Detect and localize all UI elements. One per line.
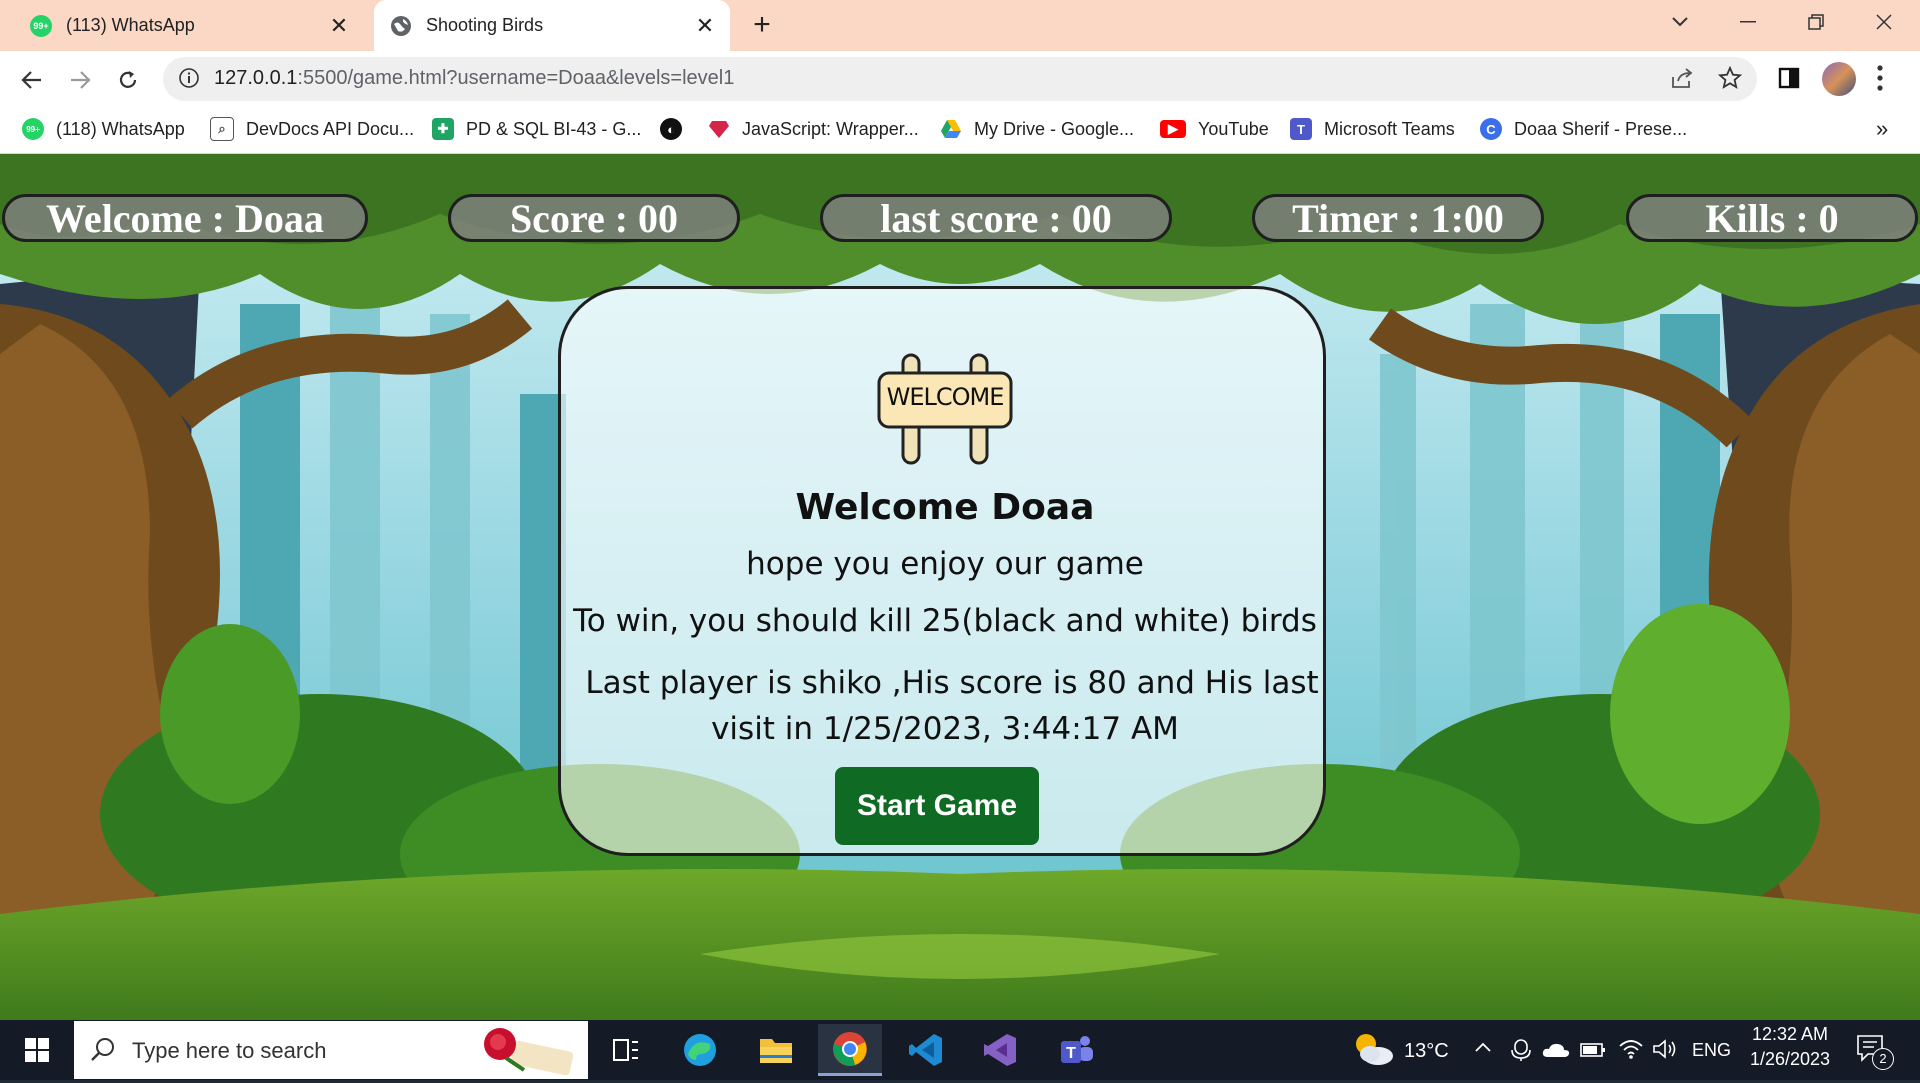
panel-subheading: hope you enjoy our game <box>746 546 1144 582</box>
tab-whatsapp[interactable]: 99+ (113) WhatsApp ✕ <box>14 0 364 51</box>
windows-icon <box>25 1038 49 1062</box>
search-icon <box>90 1036 116 1067</box>
bookmarks-overflow-button[interactable]: » <box>1876 113 1888 145</box>
tab-title: (113) WhatsApp <box>66 15 195 35</box>
meet-now-icon[interactable] <box>1510 1038 1532 1067</box>
whatsapp-icon: 99+ <box>30 14 52 37</box>
notification-badge: 2 <box>1872 1048 1894 1070</box>
last-player-line-2: visit in 1/25/2023, 3:44:17 AM <box>711 711 1179 747</box>
language-indicator[interactable]: ENG <box>1692 1040 1731 1061</box>
bookmark-label: PD & SQL BI-43 - G... <box>466 118 642 139</box>
whatsapp-icon: 99+ <box>22 118 44 140</box>
game-area[interactable]: Welcome : Doaa Score : 00 last score : 0… <box>0 154 1920 1020</box>
side-panel-icon[interactable] <box>1778 67 1800 94</box>
bookmark-teams[interactable]: T Microsoft Teams <box>1290 113 1455 145</box>
teams-icon: T <box>1290 118 1312 140</box>
sign-text: WELCOME <box>886 383 1005 411</box>
vscode-icon[interactable] <box>894 1024 958 1076</box>
bookmark-label: YouTube <box>1198 118 1269 139</box>
volume-icon[interactable] <box>1652 1038 1678 1065</box>
url-path: :5500/game.html?username=Doaa&levels=lev… <box>297 67 735 89</box>
clock-time: 12:32 AM <box>1751 1024 1829 1044</box>
chrome-icon[interactable] <box>818 1024 882 1076</box>
rose-search-highlight-icon <box>476 1024 576 1078</box>
sheets-icon: ✚ <box>432 118 454 140</box>
tab-badge: 99+ <box>33 20 49 31</box>
teams-icon[interactable]: T <box>1044 1024 1108 1076</box>
url-host: 127.0.0.1 <box>214 67 298 89</box>
bookmark-sheets[interactable]: ✚ PD & SQL BI-43 - G... <box>432 113 641 145</box>
hud-score: Score : 00 <box>448 194 740 242</box>
chevron-down-icon[interactable] <box>1644 0 1716 44</box>
site-info-icon[interactable] <box>178 67 200 94</box>
reload-icon <box>119 71 137 88</box>
search-placeholder: Type here to search <box>132 1038 327 1063</box>
welcome-panel: WELCOME Welcome Doaa hope you enjoy our … <box>558 286 1326 856</box>
url-text[interactable]: 127.0.0.1:5500/game.html?username=Doaa&l… <box>214 67 734 90</box>
bookmark-canva[interactable]: C Doaa Sherif - Prese... <box>1480 113 1687 145</box>
youtube-icon: ▶ <box>1160 120 1186 138</box>
profile-avatar[interactable] <box>1822 62 1856 96</box>
panel-heading: Welcome Doaa <box>795 487 1095 528</box>
last-player-line-1: Last player is shiko ,His score is 80 an… <box>585 665 1319 701</box>
hud-welcome: Welcome : Doaa <box>2 194 368 242</box>
file-explorer-icon[interactable] <box>744 1024 808 1076</box>
chevron-up-icon[interactable] <box>1474 1040 1492 1059</box>
edge-icon[interactable] <box>668 1024 732 1076</box>
hud-kills: Kills : 0 <box>1626 194 1918 242</box>
ruby-gem-icon <box>708 118 730 140</box>
weather-icon[interactable] <box>1352 1030 1394 1073</box>
hud-last-score: last score : 00 <box>820 194 1172 242</box>
tab-shooting-birds[interactable]: Shooting Birds ✕ <box>374 0 730 51</box>
battery-icon[interactable] <box>1580 1042 1606 1063</box>
hud-timer: Timer : 1:00 <box>1252 194 1544 242</box>
forward-button[interactable] <box>62 62 98 98</box>
devdocs-icon: ⌕ <box>210 117 234 141</box>
bookmark-drive[interactable]: My Drive - Google... <box>940 113 1134 145</box>
back-button[interactable] <box>14 62 50 98</box>
weather-temperature[interactable]: 13°C <box>1404 1040 1449 1063</box>
close-icon[interactable]: ✕ <box>690 13 720 39</box>
reload-button[interactable] <box>110 62 146 98</box>
bookmark-label: Microsoft Teams <box>1324 118 1455 139</box>
bookmark-label: Doaa Sherif - Prese... <box>1514 118 1688 139</box>
restore-button[interactable] <box>1780 0 1852 44</box>
close-window-button[interactable] <box>1848 0 1920 44</box>
drive-icon <box>940 118 962 140</box>
clock-date: 1/26/2023 <box>1749 1049 1831 1069</box>
bookmark-whatsapp[interactable]: 99+ (118) WhatsApp <box>22 113 185 145</box>
clock[interactable]: 12:32 AM 1/26/2023 <box>1742 1024 1838 1070</box>
arrow-right-icon <box>71 71 91 89</box>
bookmark-javascript[interactable]: JavaScript: Wrapper... <box>708 113 919 145</box>
new-tab-button[interactable]: + <box>746 10 778 42</box>
task-view-icon[interactable] <box>594 1024 658 1076</box>
welcome-sign: WELCOME <box>877 353 1013 465</box>
minimize-button[interactable] <box>1712 0 1784 44</box>
start-game-button[interactable]: Start Game <box>835 767 1039 845</box>
bookmark-star-icon[interactable] <box>1717 65 1743 95</box>
globe-icon: ◐ <box>660 118 682 140</box>
bookmark-label: (118) WhatsApp <box>56 118 185 139</box>
visual-studio-icon[interactable] <box>968 1024 1032 1076</box>
bookmark-label: DevDocs API Docu... <box>246 118 415 139</box>
globe-icon <box>390 15 412 37</box>
bookmark-devdocs[interactable]: ⌕ DevDocs API Docu... <box>210 113 414 145</box>
onedrive-icon[interactable] <box>1542 1042 1570 1063</box>
start-button[interactable] <box>14 1030 60 1070</box>
bookmark-badge: 99+ <box>26 124 40 134</box>
panel-rule: To win, you should kill 25(black and whi… <box>573 603 1317 639</box>
notification-center-button[interactable]: 2 <box>1856 1034 1896 1070</box>
wifi-icon[interactable] <box>1618 1038 1644 1065</box>
share-icon[interactable] <box>1670 67 1694 94</box>
menu-icon[interactable] <box>1876 64 1884 97</box>
bookmark-youtube[interactable]: ▶ YouTube <box>1160 113 1269 145</box>
arrow-left-icon <box>21 71 41 89</box>
close-icon[interactable]: ✕ <box>324 13 354 39</box>
tab-title: Shooting Birds <box>426 15 544 35</box>
bookmark-label: My Drive - Google... <box>974 118 1135 139</box>
bookmark-globe[interactable]: ◐ <box>660 113 694 145</box>
canva-icon: C <box>1480 118 1502 140</box>
svg-text:T: T <box>1066 1045 1076 1062</box>
bookmark-label: JavaScript: Wrapper... <box>742 118 919 139</box>
